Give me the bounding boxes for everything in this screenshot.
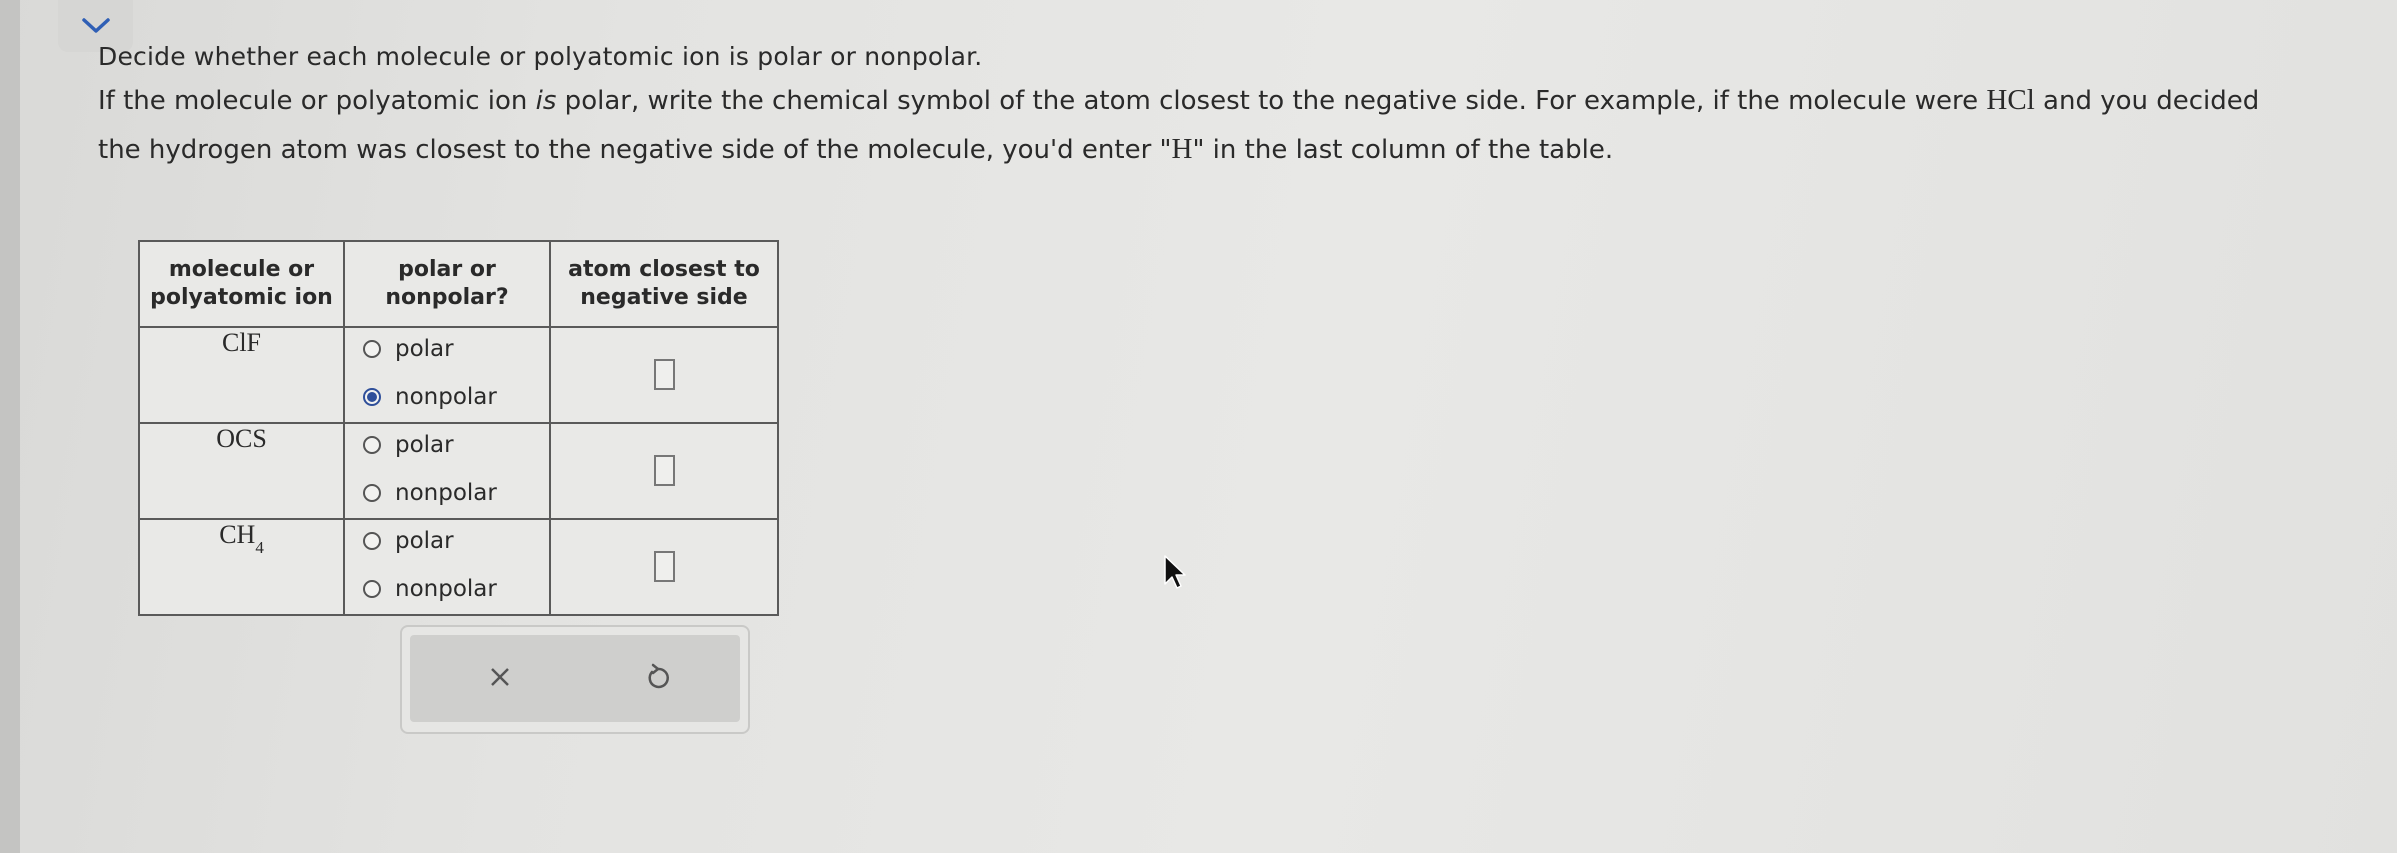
left-edge-strip bbox=[0, 0, 20, 853]
atom-cell bbox=[549, 326, 779, 424]
para-text: " in the last column of the table. bbox=[1192, 135, 1614, 165]
para-text: If the molecule or polyatomic ion bbox=[98, 86, 536, 116]
radio-polar[interactable] bbox=[363, 436, 381, 454]
formula-subscript: 4 bbox=[255, 538, 264, 558]
atom-answer-input[interactable] bbox=[653, 359, 675, 390]
header-molecule: molecule or polyatomic ion bbox=[138, 240, 345, 328]
table-row: OCS polar nonpolar bbox=[138, 422, 779, 520]
undo-icon bbox=[648, 663, 669, 689]
header-text: polyatomic ion bbox=[150, 285, 333, 310]
molecule-formula: OCS bbox=[216, 424, 267, 453]
instruction-line: Decide whether each molecule or polyatom… bbox=[98, 42, 983, 71]
molecule-cell: OCS bbox=[138, 422, 345, 520]
mouse-cursor-icon bbox=[1164, 555, 1186, 589]
table-row: ClF polar nonpolar bbox=[138, 326, 779, 424]
polarity-cell: polar nonpolar bbox=[343, 518, 551, 616]
molecule-formula: ClF bbox=[221, 328, 262, 357]
header-text: molecule or bbox=[168, 257, 315, 282]
atom-cell bbox=[549, 422, 779, 520]
radio-nonpolar[interactable] bbox=[363, 484, 381, 502]
atom-answer-input[interactable] bbox=[653, 455, 675, 486]
header-text: polar or bbox=[398, 257, 496, 282]
option-polar[interactable]: polar bbox=[345, 430, 549, 460]
radio-nonpolar[interactable] bbox=[363, 580, 381, 598]
table-row: CH4 polar nonpolar bbox=[138, 518, 779, 616]
option-label: nonpolar bbox=[395, 576, 497, 602]
atom-answer-input[interactable] bbox=[653, 551, 675, 582]
atom-cell bbox=[549, 518, 779, 616]
radio-nonpolar-selected[interactable] bbox=[363, 388, 381, 406]
molecule-cell: CH4 bbox=[138, 518, 345, 616]
option-nonpolar[interactable]: nonpolar bbox=[345, 478, 549, 508]
clear-button[interactable] bbox=[480, 657, 520, 697]
polarity-table: molecule or polyatomic ion polar or nonpol… bbox=[138, 240, 779, 616]
molecule-cell: ClF bbox=[138, 326, 345, 424]
action-panel bbox=[400, 625, 750, 734]
close-icon bbox=[491, 668, 509, 686]
example-formula: HCl bbox=[1986, 84, 2035, 116]
option-polar[interactable]: polar bbox=[345, 526, 549, 556]
radio-polar[interactable] bbox=[363, 340, 381, 358]
para-text: polar, write the chemical symbol of the … bbox=[556, 86, 1987, 116]
option-label: nonpolar bbox=[395, 384, 497, 410]
option-label: nonpolar bbox=[395, 480, 497, 506]
polarity-cell: polar nonpolar bbox=[343, 422, 551, 520]
para-emphasis: is bbox=[535, 86, 557, 116]
header-text: nonpolar? bbox=[385, 285, 509, 310]
option-polar[interactable]: polar bbox=[345, 334, 549, 364]
option-label: polar bbox=[395, 528, 454, 554]
header-polarity: polar or nonpolar? bbox=[343, 240, 551, 328]
option-nonpolar[interactable]: nonpolar bbox=[345, 382, 549, 412]
chevron-down-icon bbox=[81, 18, 110, 33]
header-atom: atom closest to negative side bbox=[549, 240, 779, 328]
molecule-formula: CH bbox=[219, 520, 256, 549]
radio-polar[interactable] bbox=[363, 532, 381, 550]
action-bar bbox=[410, 635, 740, 722]
option-label: polar bbox=[395, 336, 454, 362]
undo-button[interactable] bbox=[638, 657, 678, 697]
example-answer: H bbox=[1171, 133, 1193, 165]
header-text: negative side bbox=[580, 285, 748, 310]
polarity-cell: polar nonpolar bbox=[343, 326, 551, 424]
instruction-paragraph: If the molecule or polyatomic ion is pol… bbox=[98, 76, 2298, 174]
header-text: atom closest to bbox=[568, 257, 760, 282]
option-nonpolar[interactable]: nonpolar bbox=[345, 574, 549, 604]
option-label: polar bbox=[395, 432, 454, 458]
